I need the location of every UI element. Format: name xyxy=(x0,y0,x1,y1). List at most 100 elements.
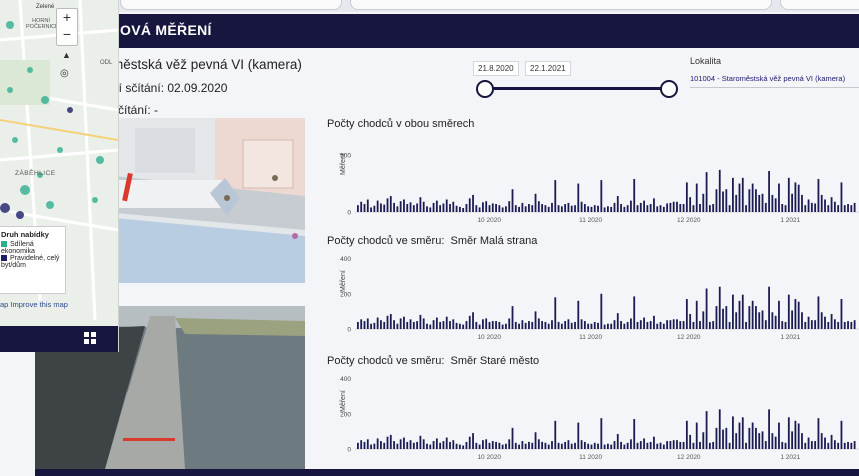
side-map-panel[interactable]: Zelené HORNÍ POČERNICE ODL ZÁBĚHLICE + −… xyxy=(0,0,119,352)
bar xyxy=(577,422,580,449)
lokalita-select[interactable]: 101004 - Staroměstská věž pevná VI (kame… xyxy=(690,71,859,88)
bar xyxy=(791,310,794,329)
bar xyxy=(564,204,567,212)
bar xyxy=(560,323,563,329)
bar xyxy=(666,203,669,212)
bar xyxy=(676,440,678,449)
zoom-out-button[interactable]: − xyxy=(57,26,77,43)
bar xyxy=(827,321,830,329)
bar xyxy=(393,202,395,212)
bar xyxy=(748,306,751,329)
grid-icon[interactable] xyxy=(84,332,96,344)
bar xyxy=(659,321,662,329)
bar xyxy=(699,321,701,329)
bar xyxy=(376,200,379,212)
bar xyxy=(360,201,363,212)
bar xyxy=(738,422,741,449)
bar xyxy=(426,443,428,449)
x-tick-label: 11 2020 xyxy=(579,217,602,224)
date-start-field[interactable]: 21.8.2020 xyxy=(473,61,519,76)
filter-pill[interactable] xyxy=(120,0,342,10)
bar xyxy=(787,294,790,329)
bar xyxy=(445,316,448,329)
bar xyxy=(567,440,570,449)
bar xyxy=(830,197,833,212)
bar xyxy=(472,312,474,329)
bar xyxy=(712,204,715,212)
bar xyxy=(633,296,636,329)
bar xyxy=(442,321,445,329)
bar xyxy=(524,443,527,449)
bar xyxy=(639,441,642,449)
bar xyxy=(728,321,731,329)
bar xyxy=(817,418,820,449)
north-arrow-icon[interactable]: ▲ xyxy=(62,50,71,60)
bar xyxy=(814,441,817,449)
direction-label: Směr Malá strana xyxy=(450,235,538,247)
bar xyxy=(840,420,843,449)
locate-icon[interactable]: ◎ xyxy=(60,68,69,79)
map-attribution-link[interactable]: ap Improve this map xyxy=(0,300,68,309)
bar xyxy=(426,206,428,212)
bar xyxy=(403,437,405,449)
bar xyxy=(801,433,803,449)
bar xyxy=(751,422,754,449)
bar xyxy=(498,205,501,212)
bar xyxy=(380,441,382,449)
filter-pill[interactable] xyxy=(350,0,772,10)
bar xyxy=(732,416,734,449)
bar xyxy=(521,441,524,449)
bar xyxy=(728,205,731,212)
bar xyxy=(702,432,705,449)
bar xyxy=(445,437,448,449)
bar xyxy=(429,207,432,212)
bar xyxy=(732,177,734,212)
bar xyxy=(610,206,613,212)
zoom-control: + − xyxy=(56,8,78,46)
bar xyxy=(630,318,632,329)
bar xyxy=(445,199,448,212)
slider-handle-start[interactable] xyxy=(476,80,494,98)
bar xyxy=(850,205,853,212)
bar xyxy=(472,194,474,212)
bar xyxy=(758,312,761,329)
bar xyxy=(751,300,754,329)
bar xyxy=(600,293,603,329)
bar xyxy=(567,319,570,329)
bar xyxy=(820,312,823,329)
bar xyxy=(649,204,652,212)
bar xyxy=(830,434,833,449)
bar xyxy=(514,205,517,212)
bar xyxy=(817,296,820,329)
bar xyxy=(590,206,593,212)
slider-handle-end[interactable] xyxy=(660,80,678,98)
legend-title: Druh nabídky xyxy=(1,230,49,239)
bar xyxy=(745,442,747,449)
bar xyxy=(574,321,576,329)
date-end-field[interactable]: 22.1.2021 xyxy=(525,61,571,76)
bar xyxy=(370,207,372,212)
bar xyxy=(597,205,599,212)
bar xyxy=(435,317,438,329)
bar xyxy=(745,205,747,212)
x-tick-label: 1 2021 xyxy=(780,454,800,461)
bar xyxy=(755,306,757,329)
bar xyxy=(613,441,616,449)
filter-pill[interactable] xyxy=(780,0,859,10)
bar xyxy=(583,441,586,449)
slider-track[interactable] xyxy=(484,87,668,90)
zoom-in-button[interactable]: + xyxy=(57,9,77,26)
bar xyxy=(422,201,425,212)
bar xyxy=(412,442,415,449)
bar xyxy=(429,324,432,329)
bar xyxy=(778,183,780,212)
bar xyxy=(478,444,481,449)
bar xyxy=(837,205,840,212)
bar xyxy=(649,441,652,449)
y-tick-label: 400 xyxy=(340,376,351,383)
y-tick-label: 500 xyxy=(340,153,351,160)
date-range-slicer[interactable]: 21.8.2020 22.1.2021 xyxy=(468,57,683,107)
x-tick-label: 10 2020 xyxy=(477,334,501,341)
bar xyxy=(610,444,613,449)
x-tick-label: 12 2020 xyxy=(677,217,701,224)
